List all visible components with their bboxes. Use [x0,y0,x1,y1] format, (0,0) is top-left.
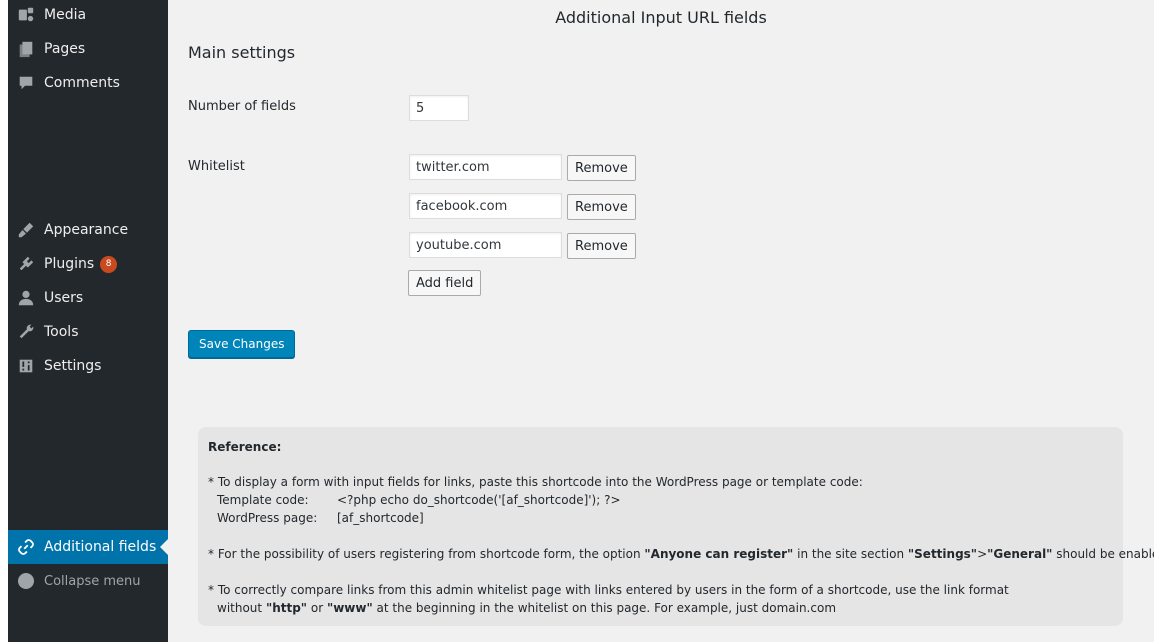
whitelist-input[interactable] [409,193,562,219]
whitelist-input[interactable] [409,154,562,180]
text-segment: in the site section [793,547,908,561]
collapse-icon [8,573,44,589]
sidebar-item-label: Tools [44,324,79,340]
reference-box: Reference: * To display a form with inpu… [198,427,1154,626]
left-edge-strip [0,0,8,642]
admin-sidebar: Media Pages Comments Appearance Plugins … [8,0,168,642]
template-code-label: Template code: [217,493,309,507]
reference-line-shortcode: * To display a form with input fields fo… [208,475,863,489]
sidebar-item-media[interactable]: Media [8,0,168,32]
sidebar-item-appearance[interactable]: Appearance [8,213,168,247]
http-keyword: "http" [265,601,308,615]
sidebar-item-label: Appearance [44,222,129,238]
reference-heading: Reference: [208,440,282,454]
reference-line-format: without "http" or "www" at the beginning… [217,601,836,615]
text-segment: without [217,601,266,615]
general-section-name: "General" [987,547,1053,561]
sidebar-item-label: Settings [44,358,102,374]
comments-icon [8,74,44,92]
remove-button[interactable]: Remove [567,194,636,220]
sidebar-item-label: Additional fields [44,539,157,555]
sidebar-item-label: Media [44,7,87,23]
number-of-fields-input[interactable] [409,95,469,121]
add-field-button[interactable]: Add field [408,270,482,296]
text-segment: at the beginning in the whitelist on thi… [372,601,837,615]
text-segment: should be enabled. [1056,547,1154,561]
settings-icon [8,357,44,375]
sidebar-item-pages[interactable]: Pages [8,32,168,66]
sidebar-item-additional-fields[interactable]: Additional fields [8,530,168,564]
settings-section-name: "Settings" [907,547,978,561]
sidebar-item-label: Users [44,290,84,306]
text-segment: * For the possibility of users registeri… [208,547,645,561]
page-title: Additional Input URL fields [555,8,767,27]
text-segment: or [307,601,327,615]
wordpress-page-label: WordPress page: [217,511,318,525]
sidebar-item-label: Comments [44,75,120,91]
remove-button[interactable]: Remove [567,233,636,259]
sidebar-item-comments[interactable]: Comments [8,66,168,100]
number-of-fields-label: Number of fields [188,99,296,114]
wordpress-page-value: [af_shortcode] [337,511,424,525]
sidebar-item-tools[interactable]: Tools [8,315,168,349]
option-name: "Anyone can register" [644,547,794,561]
save-changes-button[interactable]: Save Changes [188,330,296,358]
tools-icon [8,323,44,341]
sidebar-item-label: Plugins [44,256,95,272]
media-icon [8,6,44,24]
reference-line-compare: * To correctly compare links from this a… [208,583,1009,597]
collapse-menu-button[interactable]: Collapse menu [8,564,168,598]
text-segment: > [977,547,988,561]
users-icon [8,289,44,307]
update-count-badge: 8 [100,255,118,273]
link-icon [8,538,44,556]
whitelist-label: Whitelist [188,159,245,174]
appearance-icon [8,221,44,239]
section-title: Main settings [188,43,296,62]
sidebar-item-plugins[interactable]: Plugins 8 [8,247,168,281]
template-code-value: <?php echo do_shortcode('[af_shortcode]'… [337,493,621,507]
pages-icon [8,40,44,58]
whitelist-input[interactable] [409,232,562,258]
plugins-icon [8,255,44,273]
sidebar-item-label: Pages [44,41,86,57]
collapse-menu-label: Collapse menu [44,573,141,589]
reference-line-registration: * For the possibility of users registeri… [208,547,1154,561]
sidebar-item-settings[interactable]: Settings [8,349,168,383]
www-keyword: "www" [326,601,373,615]
remove-button[interactable]: Remove [567,155,636,181]
sidebar-item-users[interactable]: Users [8,281,168,315]
active-indicator-arrow [160,539,168,555]
